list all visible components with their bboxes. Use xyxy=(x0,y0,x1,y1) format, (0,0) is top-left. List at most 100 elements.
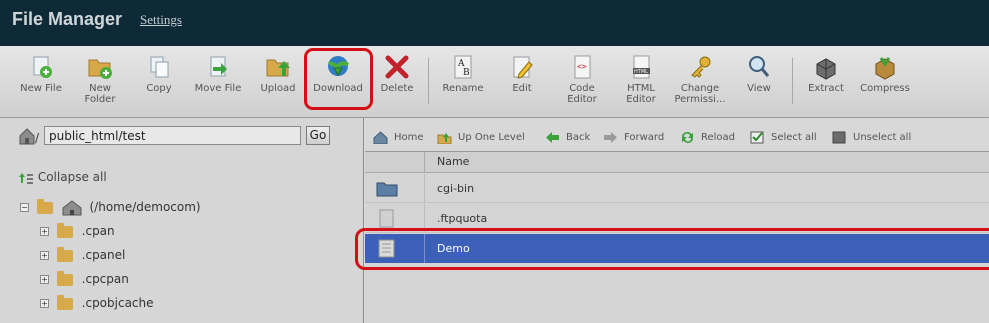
back-button[interactable]: Back xyxy=(545,130,590,146)
forward-arrow-icon xyxy=(604,131,617,143)
header-bar: File Manager Settings xyxy=(0,0,989,46)
back-label: Back xyxy=(566,132,591,143)
download-highlight-annotation xyxy=(304,48,373,110)
upload-button[interactable]: Upload xyxy=(249,54,307,94)
tree-item-cpan[interactable]: + .cpan xyxy=(40,222,115,239)
delete-button[interactable]: Delete xyxy=(368,54,426,94)
upload-icon xyxy=(266,59,290,77)
forward-button[interactable]: Forward xyxy=(603,130,664,146)
code-editor-button[interactable]: <> Code Editor xyxy=(553,54,611,105)
file-list-panel: Home Up One Level Back Forward Reload Se… xyxy=(365,118,989,323)
file-manager-window: File Manager Settings New File New Folde… xyxy=(0,0,989,323)
code-editor-label: Code Editor xyxy=(567,83,597,105)
new-folder-button[interactable]: New Folder xyxy=(71,54,129,105)
up-one-level-button[interactable]: Up One Level xyxy=(437,130,525,146)
forward-label: Forward xyxy=(624,132,665,143)
reload-label: Reload xyxy=(701,132,736,143)
go-button[interactable]: Go xyxy=(306,126,330,145)
html-editor-button[interactable]: HTML HTML Editor xyxy=(612,54,670,105)
move-file-icon xyxy=(210,56,227,77)
folder-tree-panel: / Go Collapse all − (/home/democom) + .c… xyxy=(0,118,364,323)
up-one-level-label: Up One Level xyxy=(458,132,525,143)
view-button[interactable]: View xyxy=(730,54,788,94)
expand-toggle-icon[interactable]: + xyxy=(40,275,49,284)
toolbar: New File New Folder Copy Move File Uploa… xyxy=(0,46,989,118)
rename-button[interactable]: AB Rename xyxy=(434,54,492,94)
icon-column-header xyxy=(365,152,425,173)
upload-label: Upload xyxy=(260,83,296,94)
select-all-label: Select all xyxy=(771,132,817,143)
toolbar-separator xyxy=(428,58,429,104)
checkbox-checked-icon xyxy=(750,131,764,143)
back-arrow-icon xyxy=(546,131,559,143)
tree-item-label: .cpobjcache xyxy=(81,296,154,310)
edit-button[interactable]: Edit xyxy=(493,54,551,94)
tree-item-cpobjcache[interactable]: + .cpobjcache xyxy=(40,294,154,311)
copy-button[interactable]: Copy xyxy=(130,54,188,94)
view-icon xyxy=(749,56,770,77)
home-label: Home xyxy=(394,132,424,143)
home-icon xyxy=(373,130,388,144)
extract-label: Extract xyxy=(808,83,844,94)
change-permissions-label: Change Permissi... xyxy=(674,83,726,105)
collapse-all-link[interactable]: Collapse all xyxy=(18,170,107,185)
move-file-label: Move File xyxy=(194,83,242,94)
up-folder-icon xyxy=(437,132,452,144)
row-name: cgi-bin xyxy=(437,182,475,195)
expand-toggle-icon[interactable]: + xyxy=(40,227,49,236)
settings-link[interactable]: Settings xyxy=(140,12,182,28)
move-file-button[interactable]: Move File xyxy=(189,54,247,94)
name-column-header[interactable]: Name xyxy=(437,155,469,168)
expand-toggle-icon[interactable]: + xyxy=(40,251,49,260)
copy-label: Copy xyxy=(146,83,172,94)
new-folder-icon xyxy=(88,59,112,79)
tree-item-label: .cpan xyxy=(81,224,115,238)
tree-item-cpcpan[interactable]: + .cpcpan xyxy=(40,270,129,287)
code-editor-icon: <> xyxy=(574,55,591,79)
home-button[interactable]: Home xyxy=(373,130,424,146)
svg-text:B: B xyxy=(463,68,470,78)
home-icon xyxy=(62,199,82,215)
compress-label: Compress xyxy=(860,83,910,94)
delete-icon xyxy=(385,55,409,79)
change-permissions-button[interactable]: Change Permissi... xyxy=(671,54,729,105)
tree-root-label: (/home/democom) xyxy=(89,200,201,214)
svg-text:/: / xyxy=(35,131,40,145)
collapse-all-label: Collapse all xyxy=(37,170,107,184)
path-input[interactable] xyxy=(44,126,301,145)
extract-icon xyxy=(816,58,836,80)
expand-toggle-icon[interactable]: + xyxy=(40,299,49,308)
table-row[interactable]: cgi-bin xyxy=(365,174,989,203)
view-label: View xyxy=(747,83,771,94)
tree-root[interactable]: − (/home/democom) xyxy=(20,198,201,215)
navigation-bar: Home Up One Level Back Forward Reload Se… xyxy=(365,128,989,148)
edit-label: Edit xyxy=(512,83,532,94)
row-icon-cell xyxy=(365,174,425,203)
folder-icon xyxy=(56,222,73,238)
key-icon xyxy=(691,56,711,78)
collapse-toggle-icon[interactable]: − xyxy=(20,203,29,212)
rename-label: Rename xyxy=(442,83,484,94)
svg-text:<>: <> xyxy=(577,62,587,71)
new-file-label: New File xyxy=(20,83,62,94)
folder-icon xyxy=(56,246,73,262)
reload-button[interactable]: Reload xyxy=(680,130,735,146)
select-all-button[interactable]: Select all xyxy=(750,130,817,146)
html-editor-icon: HTML xyxy=(633,55,650,79)
file-icon xyxy=(379,209,394,228)
new-file-button[interactable]: New File xyxy=(12,54,70,94)
folder-open-icon xyxy=(36,198,53,214)
folder-icon xyxy=(376,182,398,197)
folder-icon xyxy=(56,270,73,286)
tree-item-cpanel[interactable]: + .cpanel xyxy=(40,246,125,263)
table-header: Name xyxy=(365,152,989,173)
demo-row-highlight-annotation xyxy=(355,228,989,270)
extract-button[interactable]: Extract xyxy=(797,54,855,94)
folder-icon xyxy=(56,294,73,310)
app-title: File Manager xyxy=(12,9,123,29)
new-folder-label: New Folder xyxy=(84,83,116,105)
compress-button[interactable]: Compress xyxy=(856,54,914,94)
html-editor-label: HTML Editor xyxy=(626,83,656,105)
unselect-all-button[interactable]: Unselect all xyxy=(832,130,911,146)
copy-icon xyxy=(150,56,169,78)
